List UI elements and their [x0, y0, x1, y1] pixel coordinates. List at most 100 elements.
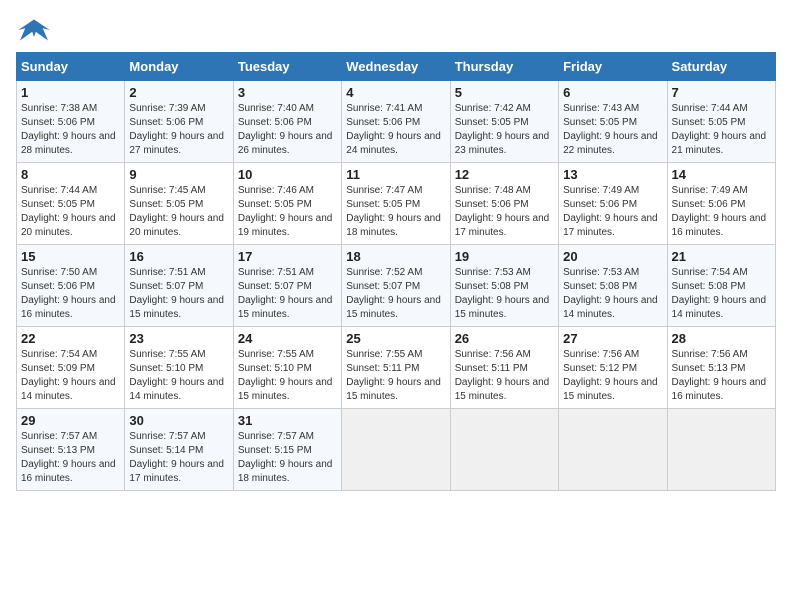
calendar-cell: 15 Sunrise: 7:50 AM Sunset: 5:06 PM Dayl…	[17, 245, 125, 327]
calendar-cell: 6 Sunrise: 7:43 AM Sunset: 5:05 PM Dayli…	[559, 81, 667, 163]
calendar-cell: 14 Sunrise: 7:49 AM Sunset: 5:06 PM Dayl…	[667, 163, 775, 245]
day-number: 6	[563, 85, 662, 100]
day-number: 22	[21, 331, 120, 346]
sunset-label: Sunset: 5:05 PM	[21, 199, 95, 210]
day-number: 27	[563, 331, 662, 346]
sunset-label: Sunset: 5:06 PM	[563, 199, 637, 210]
daylight-label: Daylight: 9 hours and 15 minutes.	[346, 377, 441, 402]
daylight-label: Daylight: 9 hours and 15 minutes.	[238, 377, 333, 402]
day-info: Sunrise: 7:38 AM Sunset: 5:06 PM Dayligh…	[21, 102, 120, 158]
day-header-thursday: Thursday	[450, 53, 558, 81]
calendar-cell: 2 Sunrise: 7:39 AM Sunset: 5:06 PM Dayli…	[125, 81, 233, 163]
daylight-label: Daylight: 9 hours and 15 minutes.	[129, 295, 224, 320]
day-number: 20	[563, 249, 662, 264]
day-info: Sunrise: 7:43 AM Sunset: 5:05 PM Dayligh…	[563, 102, 662, 158]
calendar-cell	[342, 409, 450, 491]
sunrise-label: Sunrise: 7:43 AM	[563, 103, 639, 114]
daylight-label: Daylight: 9 hours and 26 minutes.	[238, 131, 333, 156]
sunset-label: Sunset: 5:14 PM	[129, 445, 203, 456]
calendar-cell: 28 Sunrise: 7:56 AM Sunset: 5:13 PM Dayl…	[667, 327, 775, 409]
calendar-week-row: 29 Sunrise: 7:57 AM Sunset: 5:13 PM Dayl…	[17, 409, 776, 491]
day-header-sunday: Sunday	[17, 53, 125, 81]
calendar-week-row: 15 Sunrise: 7:50 AM Sunset: 5:06 PM Dayl…	[17, 245, 776, 327]
sunset-label: Sunset: 5:06 PM	[238, 117, 312, 128]
day-info: Sunrise: 7:42 AM Sunset: 5:05 PM Dayligh…	[455, 102, 554, 158]
calendar-cell: 20 Sunrise: 7:53 AM Sunset: 5:08 PM Dayl…	[559, 245, 667, 327]
day-number: 10	[238, 167, 337, 182]
calendar-week-row: 8 Sunrise: 7:44 AM Sunset: 5:05 PM Dayli…	[17, 163, 776, 245]
day-info: Sunrise: 7:56 AM Sunset: 5:13 PM Dayligh…	[672, 348, 771, 404]
daylight-label: Daylight: 9 hours and 18 minutes.	[238, 459, 333, 484]
sunset-label: Sunset: 5:05 PM	[672, 117, 746, 128]
sunrise-label: Sunrise: 7:53 AM	[563, 267, 639, 278]
sunrise-label: Sunrise: 7:56 AM	[563, 349, 639, 360]
day-header-wednesday: Wednesday	[342, 53, 450, 81]
sunrise-label: Sunrise: 7:54 AM	[21, 349, 97, 360]
sunset-label: Sunset: 5:07 PM	[238, 281, 312, 292]
sunrise-label: Sunrise: 7:57 AM	[238, 431, 314, 442]
sunset-label: Sunset: 5:06 PM	[672, 199, 746, 210]
sunset-label: Sunset: 5:10 PM	[129, 363, 203, 374]
calendar-cell: 16 Sunrise: 7:51 AM Sunset: 5:07 PM Dayl…	[125, 245, 233, 327]
daylight-label: Daylight: 9 hours and 18 minutes.	[346, 213, 441, 238]
day-info: Sunrise: 7:48 AM Sunset: 5:06 PM Dayligh…	[455, 184, 554, 240]
calendar-cell: 4 Sunrise: 7:41 AM Sunset: 5:06 PM Dayli…	[342, 81, 450, 163]
day-info: Sunrise: 7:55 AM Sunset: 5:11 PM Dayligh…	[346, 348, 445, 404]
day-number: 24	[238, 331, 337, 346]
calendar-cell: 12 Sunrise: 7:48 AM Sunset: 5:06 PM Dayl…	[450, 163, 558, 245]
sunrise-label: Sunrise: 7:44 AM	[21, 185, 97, 196]
sunrise-label: Sunrise: 7:57 AM	[129, 431, 205, 442]
calendar-cell: 3 Sunrise: 7:40 AM Sunset: 5:06 PM Dayli…	[233, 81, 341, 163]
calendar-cell: 24 Sunrise: 7:55 AM Sunset: 5:10 PM Dayl…	[233, 327, 341, 409]
day-number: 7	[672, 85, 771, 100]
calendar-cell: 22 Sunrise: 7:54 AM Sunset: 5:09 PM Dayl…	[17, 327, 125, 409]
sunrise-label: Sunrise: 7:56 AM	[455, 349, 531, 360]
day-info: Sunrise: 7:47 AM Sunset: 5:05 PM Dayligh…	[346, 184, 445, 240]
sunrise-label: Sunrise: 7:38 AM	[21, 103, 97, 114]
day-number: 26	[455, 331, 554, 346]
sunrise-label: Sunrise: 7:44 AM	[672, 103, 748, 114]
daylight-label: Daylight: 9 hours and 20 minutes.	[129, 213, 224, 238]
sunset-label: Sunset: 5:06 PM	[21, 117, 95, 128]
calendar-cell	[559, 409, 667, 491]
sunset-label: Sunset: 5:06 PM	[21, 281, 95, 292]
daylight-label: Daylight: 9 hours and 27 minutes.	[129, 131, 224, 156]
calendar-cell: 30 Sunrise: 7:57 AM Sunset: 5:14 PM Dayl…	[125, 409, 233, 491]
day-info: Sunrise: 7:45 AM Sunset: 5:05 PM Dayligh…	[129, 184, 228, 240]
day-info: Sunrise: 7:49 AM Sunset: 5:06 PM Dayligh…	[672, 184, 771, 240]
sunrise-label: Sunrise: 7:49 AM	[563, 185, 639, 196]
sunrise-label: Sunrise: 7:52 AM	[346, 267, 422, 278]
day-info: Sunrise: 7:57 AM Sunset: 5:13 PM Dayligh…	[21, 430, 120, 486]
day-info: Sunrise: 7:56 AM Sunset: 5:12 PM Dayligh…	[563, 348, 662, 404]
sunrise-label: Sunrise: 7:41 AM	[346, 103, 422, 114]
day-number: 28	[672, 331, 771, 346]
sunset-label: Sunset: 5:07 PM	[129, 281, 203, 292]
daylight-label: Daylight: 9 hours and 15 minutes.	[238, 295, 333, 320]
daylight-label: Daylight: 9 hours and 16 minutes.	[672, 213, 767, 238]
sunrise-label: Sunrise: 7:45 AM	[129, 185, 205, 196]
daylight-label: Daylight: 9 hours and 14 minutes.	[563, 295, 658, 320]
calendar-cell: 27 Sunrise: 7:56 AM Sunset: 5:12 PM Dayl…	[559, 327, 667, 409]
sunset-label: Sunset: 5:06 PM	[455, 199, 529, 210]
day-header-saturday: Saturday	[667, 53, 775, 81]
calendar-table: SundayMondayTuesdayWednesdayThursdayFrid…	[16, 52, 776, 491]
daylight-label: Daylight: 9 hours and 16 minutes.	[672, 377, 767, 402]
day-info: Sunrise: 7:39 AM Sunset: 5:06 PM Dayligh…	[129, 102, 228, 158]
day-info: Sunrise: 7:56 AM Sunset: 5:11 PM Dayligh…	[455, 348, 554, 404]
day-number: 11	[346, 167, 445, 182]
calendar-cell: 5 Sunrise: 7:42 AM Sunset: 5:05 PM Dayli…	[450, 81, 558, 163]
day-number: 8	[21, 167, 120, 182]
sunrise-label: Sunrise: 7:54 AM	[672, 267, 748, 278]
day-number: 17	[238, 249, 337, 264]
day-number: 14	[672, 167, 771, 182]
calendar-cell: 31 Sunrise: 7:57 AM Sunset: 5:15 PM Dayl…	[233, 409, 341, 491]
daylight-label: Daylight: 9 hours and 21 minutes.	[672, 131, 767, 156]
sunset-label: Sunset: 5:07 PM	[346, 281, 420, 292]
sunrise-label: Sunrise: 7:51 AM	[238, 267, 314, 278]
daylight-label: Daylight: 9 hours and 19 minutes.	[238, 213, 333, 238]
calendar-week-row: 22 Sunrise: 7:54 AM Sunset: 5:09 PM Dayl…	[17, 327, 776, 409]
day-number: 3	[238, 85, 337, 100]
day-number: 18	[346, 249, 445, 264]
day-info: Sunrise: 7:55 AM Sunset: 5:10 PM Dayligh…	[238, 348, 337, 404]
daylight-label: Daylight: 9 hours and 15 minutes.	[455, 295, 550, 320]
